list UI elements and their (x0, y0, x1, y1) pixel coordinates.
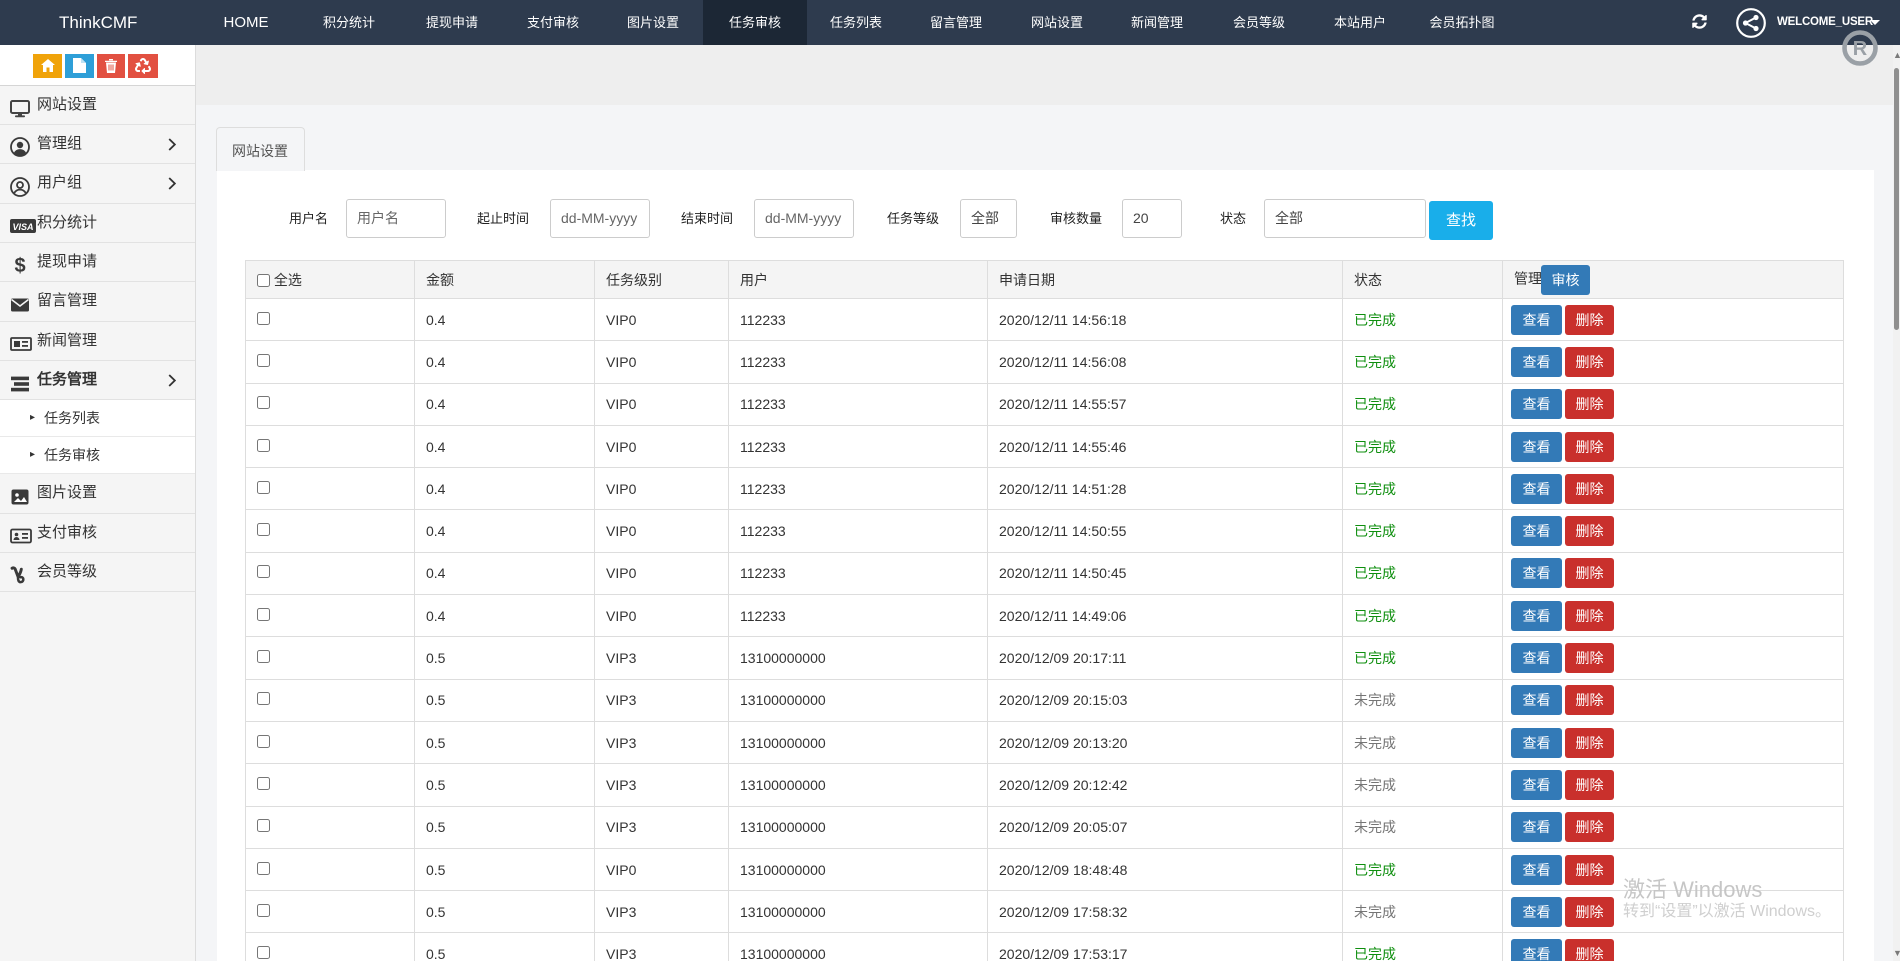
svg-text:VISA: VISA (12, 222, 33, 232)
svg-text:R: R (1853, 38, 1868, 60)
svg-text:$: $ (14, 255, 25, 275)
